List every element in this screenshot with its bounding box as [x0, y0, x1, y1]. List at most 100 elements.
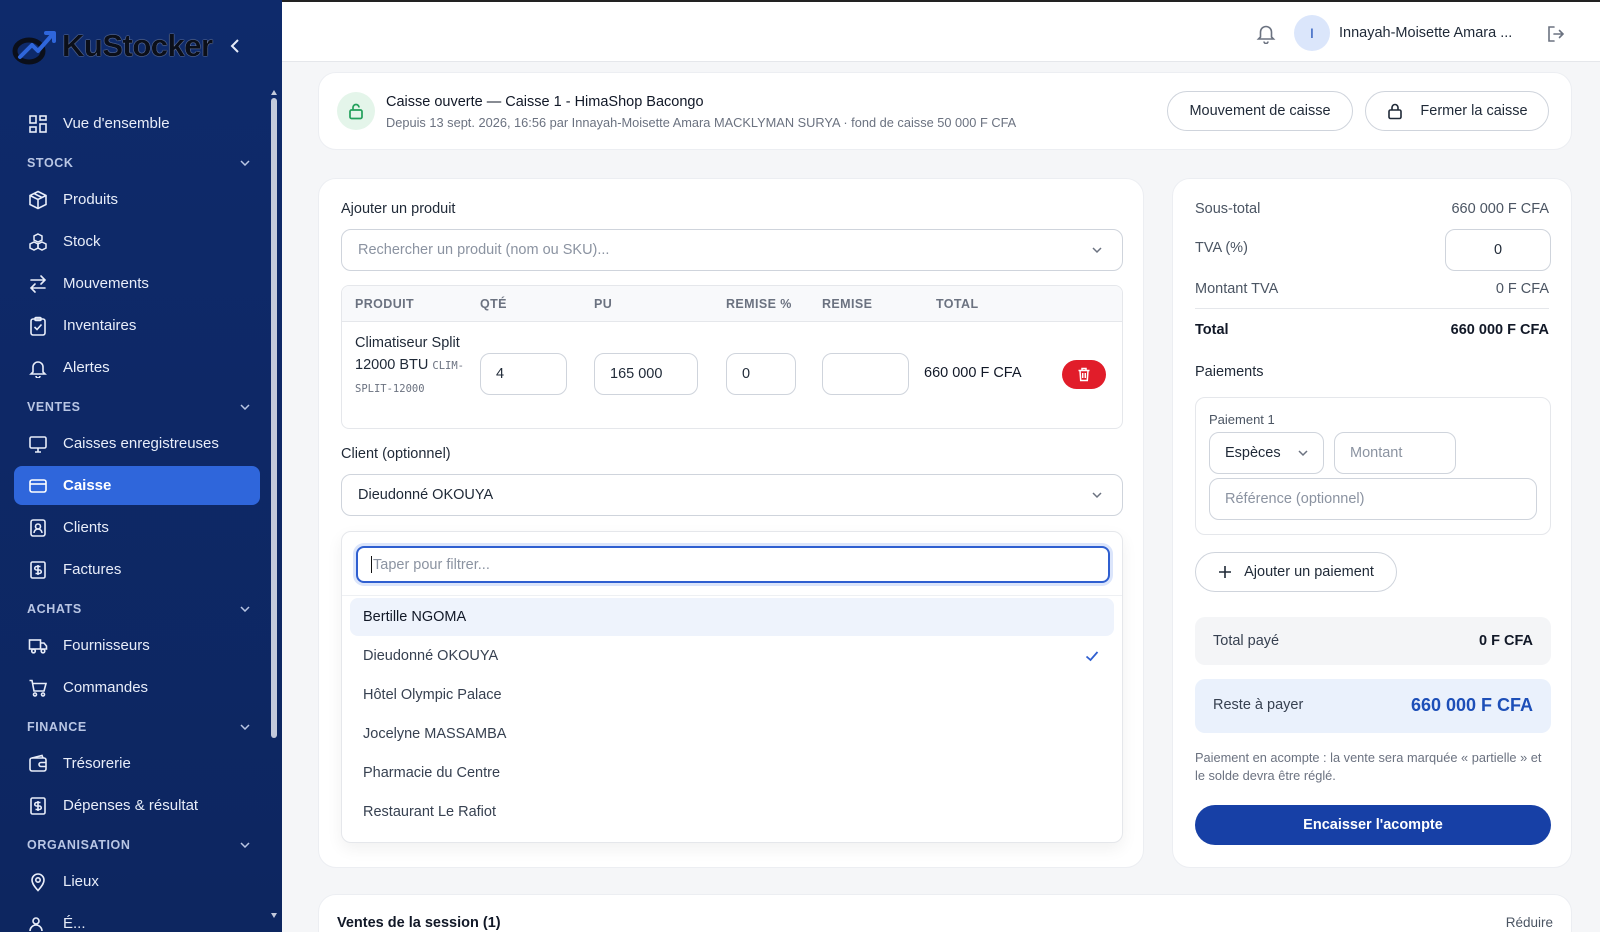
user-name[interactable]: Innayah-Moisette Amara ...	[1339, 25, 1512, 41]
scroll-down-arrow-icon[interactable]	[271, 913, 277, 918]
partial-payment-note: Paiement en acompte : la vente sera marq…	[1195, 750, 1542, 783]
section-label: ACHATS	[27, 602, 82, 616]
sidebar-item-caisse[interactable]: Caisse	[14, 466, 260, 505]
sidebar-item-caisses[interactable]: Caisses enregistreuses	[14, 424, 260, 463]
payment-label: Paiement 1	[1209, 412, 1275, 427]
avatar[interactable]: I	[1294, 15, 1330, 51]
sidebar-item-depenses[interactable]: Dépenses & résultat	[14, 786, 260, 825]
chevron-down-icon	[1092, 247, 1102, 254]
section-label: VENTES	[27, 400, 81, 414]
cash-movement-button[interactable]: Mouvement de caisse	[1167, 91, 1353, 131]
unlock-icon	[337, 92, 375, 130]
client-option[interactable]: Jocelyne MASSAMBA	[350, 715, 1114, 753]
remaining-box: Reste à payer 660 000 F CFA	[1195, 679, 1551, 733]
col-qte: QTÉ	[480, 297, 507, 311]
client-option[interactable]: Hôtel Olympic Palace	[350, 676, 1114, 714]
total-label: Total	[1195, 322, 1229, 338]
sidebar-item-stock[interactable]: Stock	[14, 222, 260, 261]
subtotal-value: 660 000 F CFA	[1451, 201, 1549, 217]
add-payment-button[interactable]: Ajouter un paiement	[1195, 552, 1397, 592]
sidebar-item-overview[interactable]: Vue d'ensemble	[14, 104, 260, 143]
button-label: Ajouter un paiement	[1244, 564, 1374, 580]
scrollbar-thumb[interactable]	[271, 98, 277, 738]
total-value: 660 000 F CFA	[1450, 322, 1549, 338]
clipboard-check-icon	[27, 315, 49, 337]
sidebar-item-mouvements[interactable]: Mouvements	[14, 264, 260, 303]
notifications-bell-icon[interactable]	[1255, 22, 1277, 45]
boxes-icon	[27, 231, 49, 253]
section-label: FINANCE	[27, 720, 87, 734]
tva-amount-row: Montant TVA 0 F CFA	[1195, 281, 1549, 297]
sidebar-item-label: Dépenses & résultat	[63, 797, 199, 814]
cart-icon	[27, 677, 49, 699]
invoice-dollar-icon	[27, 559, 49, 581]
search-placeholder: Rechercher un produit (nom ou SKU)...	[358, 242, 610, 258]
sidebar-scrollbar[interactable]	[271, 90, 277, 932]
section-achats[interactable]: ACHATS	[14, 592, 260, 626]
chevron-down-icon	[240, 404, 250, 410]
arrows-swap-icon	[27, 273, 49, 295]
sidebar-item-alertes[interactable]: Alertes	[14, 348, 260, 387]
sidebar-item-lieux[interactable]: Lieux	[14, 862, 260, 901]
client-option[interactable]: Pharmacie du Centre	[350, 754, 1114, 792]
divider	[342, 595, 1122, 596]
collect-deposit-button[interactable]: Encaisser l'acompte	[1195, 805, 1551, 845]
client-select[interactable]: Dieudonné OKOUYA	[341, 474, 1123, 516]
session-banner: Caisse ouverte — Caisse 1 - HimaShop Bac…	[318, 72, 1572, 150]
row-total: 660 000 F CFA	[924, 365, 1022, 381]
remaining-value: 660 000 F CFA	[1410, 695, 1533, 715]
session-title: Caisse ouverte — Caisse 1 - HimaShop Bac…	[386, 94, 704, 110]
sidebar-item-tresorerie[interactable]: Trésorerie	[14, 744, 260, 783]
sidebar-item-produits[interactable]: Produits	[14, 180, 260, 219]
option-label: Hôtel Olympic Palace	[363, 687, 502, 703]
client-option[interactable]: Bertille NGOMA	[350, 598, 1114, 636]
section-ventes[interactable]: VENTES	[14, 390, 260, 424]
collapse-sidebar-button[interactable]	[225, 36, 245, 56]
product-search-select[interactable]: Rechercher un produit (nom ou SKU)...	[341, 229, 1123, 271]
sidebar-item-factures[interactable]: Factures	[14, 550, 260, 589]
sidebar-item-label: Factures	[63, 561, 122, 578]
sidebar: KuStocker Vue d'ensemble STOCK Produits …	[0, 0, 282, 932]
tva-label: TVA (%)	[1195, 240, 1248, 256]
lock-icon	[1388, 103, 1403, 120]
client-filter-input[interactable]: Taper pour filtrer...	[356, 546, 1110, 583]
sidebar-item-partial[interactable]: É...	[14, 904, 260, 932]
discount-percent-input[interactable]: 0	[726, 353, 796, 395]
plus-icon	[1219, 566, 1232, 578]
delete-row-button[interactable]	[1062, 360, 1106, 389]
grid-icon	[27, 113, 49, 135]
option-label: Pharmacie du Centre	[363, 765, 501, 781]
section-stock[interactable]: STOCK	[14, 146, 260, 180]
scroll-up-arrow-icon[interactable]	[271, 90, 277, 95]
qty-input[interactable]: 4	[480, 353, 567, 395]
option-label: Dieudonné OKOUYA	[363, 648, 499, 664]
total-paid-label: Total payé	[1213, 633, 1280, 649]
reference-input[interactable]: Référence (optionnel)	[1209, 478, 1537, 520]
chevron-down-icon	[240, 606, 250, 612]
sidebar-item-label: Lieux	[63, 873, 99, 890]
payment-summary: Sous-total 660 000 F CFA TVA (%) 0 Monta…	[1172, 178, 1572, 868]
total-paid-value: 0 F CFA	[1479, 633, 1533, 649]
option-label: Jocelyne MASSAMBA	[363, 726, 507, 742]
amount-placeholder: Montant	[1350, 445, 1403, 461]
tva-input[interactable]: 0	[1445, 229, 1551, 271]
truck-icon	[27, 635, 49, 657]
payment-method-select[interactable]: Espèces	[1209, 432, 1324, 474]
payment-entry: Paiement 1 Espèces Montant Référence (op…	[1195, 397, 1551, 535]
sidebar-item-fournisseurs[interactable]: Fournisseurs	[14, 626, 260, 665]
logout-icon[interactable]	[1545, 23, 1567, 45]
col-produit: PRODUIT	[355, 297, 415, 311]
client-option-selected[interactable]: Dieudonné OKOUYA	[350, 637, 1114, 675]
amount-input[interactable]: Montant	[1334, 432, 1456, 474]
discount-amount-input[interactable]	[822, 353, 909, 395]
sidebar-item-commandes[interactable]: Commandes	[14, 668, 260, 707]
add-product-label: Ajouter un produit	[341, 201, 456, 217]
sidebar-item-clients[interactable]: Clients	[14, 508, 260, 547]
section-finance[interactable]: FINANCE	[14, 710, 260, 744]
collapse-sales-button[interactable]: Réduire	[1506, 915, 1553, 930]
sidebar-item-inventaires[interactable]: Inventaires	[14, 306, 260, 345]
close-register-button[interactable]: Fermer la caisse	[1365, 91, 1549, 131]
unit-price-input[interactable]: 165 000	[594, 353, 698, 395]
section-organisation[interactable]: ORGANISATION	[14, 828, 260, 862]
client-option[interactable]: Restaurant Le Rafiot	[350, 793, 1114, 831]
